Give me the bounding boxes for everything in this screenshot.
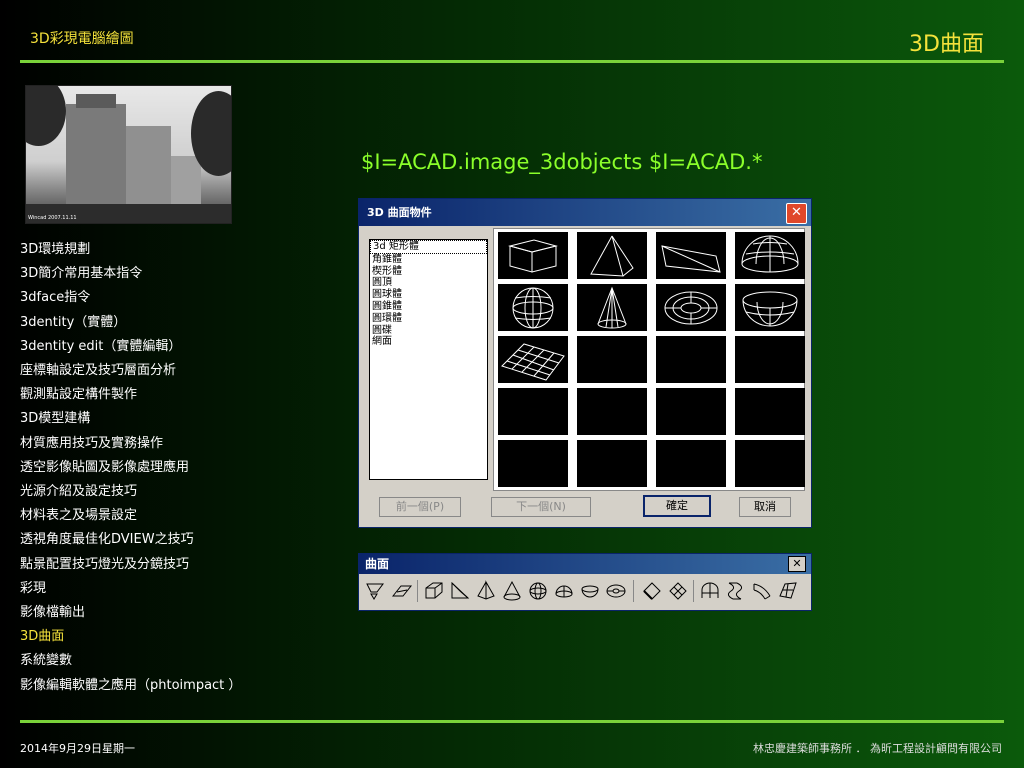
prev-button[interactable]: 前一個(P) [379, 497, 461, 517]
nav-item[interactable]: 3D簡介常用基本指令 [20, 262, 241, 286]
3d-mesh-icon[interactable] [667, 580, 689, 602]
revolved-surface-icon[interactable] [699, 580, 721, 602]
sphere-tile[interactable] [498, 284, 568, 331]
dialog-title: 3D 曲面物件 [359, 199, 811, 226]
topic-nav: 3D環境規劃 3D簡介常用基本指令 3dface指令 3dentity（實體） 3den… [20, 238, 241, 698]
nav-item[interactable]: 光源介紹及設定技巧 [20, 480, 241, 504]
empty-tile [735, 388, 805, 435]
toolbar-separator [417, 580, 418, 602]
dome-icon[interactable] [553, 580, 575, 602]
list-item[interactable]: 圓環體 [370, 313, 487, 325]
mesh-tile[interactable] [498, 336, 568, 383]
dish-tile[interactable] [735, 284, 805, 331]
list-item[interactable]: 3d 矩形體 [370, 240, 487, 254]
footer-date: 2014年9月29日星期一 [20, 742, 135, 755]
nav-item[interactable]: 影像編輯軟體之應用（phtoimpact ） [20, 674, 241, 698]
nav-item[interactable]: 觀測點設定構件製作 [20, 383, 241, 407]
cone-icon[interactable] [501, 580, 523, 602]
empty-tile [577, 388, 647, 435]
slide-title: 3D曲面 [909, 32, 984, 57]
box-icon[interactable] [423, 580, 445, 602]
2d-solid-icon[interactable] [365, 580, 387, 602]
dome-tile[interactable] [735, 232, 805, 279]
toolbar-title: 曲面 [359, 554, 811, 574]
empty-tile [656, 336, 726, 383]
empty-tile [656, 440, 726, 487]
nav-item[interactable]: 影像檔輸出 [20, 601, 241, 625]
toolbar-separator [693, 580, 694, 602]
list-item[interactable]: 圓錐體 [370, 301, 487, 313]
wedge-icon[interactable] [449, 580, 471, 602]
photo-caption: Wincad 2007.11.11 [28, 215, 77, 221]
nav-item[interactable]: 系統變數 [20, 649, 241, 673]
nav-item[interactable]: 座標軸設定及技巧層面分析 [20, 359, 241, 383]
list-item[interactable]: 楔形體 [370, 266, 487, 278]
empty-tile [735, 336, 805, 383]
tabulated-surface-icon[interactable] [725, 580, 747, 602]
box-tile[interactable] [498, 232, 568, 279]
ok-button[interactable]: 確定 [643, 495, 711, 517]
nav-item[interactable]: 點景配置技巧燈光及分鏡技巧 [20, 553, 241, 577]
torus-icon[interactable] [605, 580, 627, 602]
list-item[interactable]: 圓球體 [370, 289, 487, 301]
nav-item[interactable]: 透空影像貼圖及影像處理應用 [20, 456, 241, 480]
3d-face-icon[interactable] [391, 580, 413, 602]
toolbar-separator [633, 580, 634, 602]
header-rule [20, 60, 1004, 63]
ruled-surface-icon[interactable] [751, 580, 773, 602]
empty-tile [498, 388, 568, 435]
empty-tile [735, 440, 805, 487]
list-item[interactable]: 圓頂 [370, 277, 487, 289]
menu-command: $I=ACAD.image_3dobjects $I=ACAD.* [361, 150, 763, 174]
object-listbox[interactable]: 3d 矩形體 角錐體 楔形體 圓頂 圓球體 圓錐體 圓環體 圓碟 網面 [369, 239, 488, 480]
nav-item[interactable]: 3D環境規劃 [20, 238, 241, 262]
dialog-close-button[interactable]: ✕ [786, 203, 807, 224]
cancel-button[interactable]: 取消 [739, 497, 791, 517]
empty-tile [656, 388, 726, 435]
list-item[interactable]: 圓碟 [370, 325, 487, 337]
footer-rule [20, 720, 1004, 723]
nav-item[interactable]: 3dentity edit（實體編輯） [20, 335, 241, 359]
pyramid-icon[interactable] [475, 580, 497, 602]
empty-tile [577, 440, 647, 487]
nav-item[interactable]: 透視角度最佳化DVIEW之技巧 [20, 528, 241, 552]
edge-icon[interactable] [641, 580, 663, 602]
toolbar-close-button[interactable]: ✕ [788, 556, 806, 572]
nav-item[interactable]: 彩現 [20, 577, 241, 601]
course-title: 3D彩現電腦繪圖 [30, 31, 134, 47]
nav-item[interactable]: 材料表之及場景設定 [20, 504, 241, 528]
list-item[interactable]: 角錐體 [370, 254, 487, 266]
nav-item[interactable]: 3D曲面 [20, 625, 241, 649]
nav-item[interactable]: 3D模型建構 [20, 407, 241, 431]
nav-item[interactable]: 材質應用技巧及實務操作 [20, 432, 241, 456]
cone-tile[interactable] [577, 284, 647, 331]
building-photo: Wincad 2007.11.11 [25, 85, 232, 224]
surfaces-toolbar: 曲面 ✕ [358, 553, 812, 611]
nav-item[interactable]: 3dentity（實體） [20, 311, 241, 335]
sphere-icon[interactable] [527, 580, 549, 602]
preview-grid [493, 228, 805, 491]
next-button[interactable]: 下一個(N) [491, 497, 591, 517]
footer-org: 林忠慶建築師事務所 ． 為昕工程設計顧問有限公司 [753, 742, 1002, 755]
3d-objects-dialog: 3D 曲面物件 ✕ 3d 矩形體 角錐體 楔形體 圓頂 圓球體 圓錐體 圓環體 圓碟 網面 前一… [358, 198, 812, 528]
torus-tile[interactable] [656, 284, 726, 331]
list-item[interactable]: 網面 [370, 336, 487, 348]
wedge-tile[interactable] [656, 232, 726, 279]
nav-item[interactable]: 3dface指令 [20, 286, 241, 310]
pyramid-tile[interactable] [577, 232, 647, 279]
empty-tile [577, 336, 647, 383]
empty-tile [498, 440, 568, 487]
edge-surface-icon[interactable] [777, 580, 799, 602]
dish-icon[interactable] [579, 580, 601, 602]
